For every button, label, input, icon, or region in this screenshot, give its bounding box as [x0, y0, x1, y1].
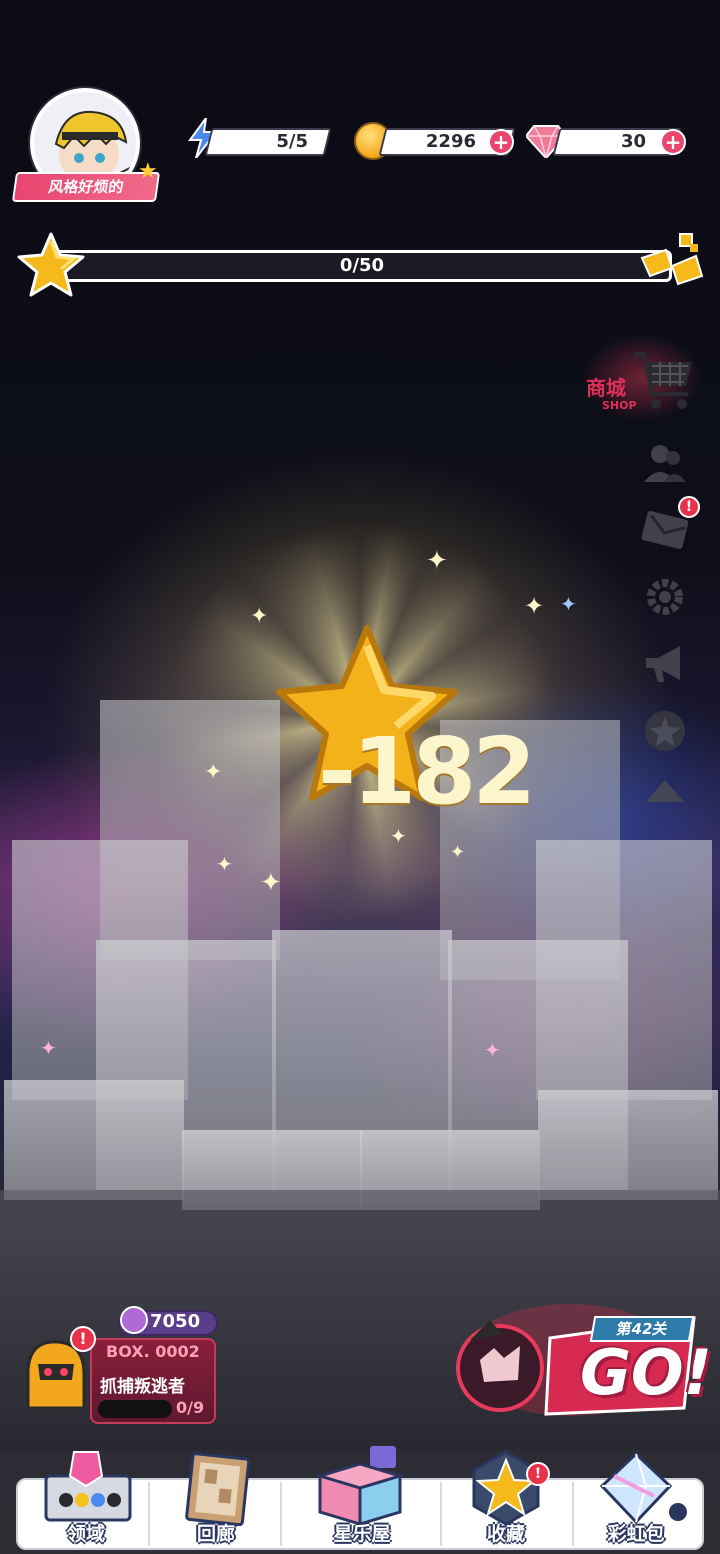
sparkle-icon: ✦ [250, 604, 269, 629]
sparkle-icon: ✦ [450, 842, 466, 863]
shop-label: 商城 [586, 376, 626, 400]
box-progress-bar [98, 1400, 172, 1418]
box-code: BOX. 0002 [106, 1342, 200, 1361]
star-badge-icon [472, 1450, 540, 1526]
cart-icon [634, 352, 692, 409]
collection-badge: ! [526, 1462, 550, 1486]
shop-sub-label: SHOP [602, 399, 637, 412]
star-progress-text: 0/50 [339, 255, 385, 276]
block [538, 1090, 718, 1200]
gem-value: 30 [620, 131, 646, 152]
prism-icon [599, 1451, 687, 1525]
sparkle-icon: ✦ [560, 592, 577, 616]
progress-star-icon [17, 232, 85, 297]
nav-item-territory[interactable]: 领域 [24, 1446, 148, 1550]
nav-item-star-house[interactable]: 星乐屋 [300, 1446, 424, 1550]
announcement-megaphone-icon[interactable] [640, 638, 690, 688]
sparkle-icon: ✦ [40, 1036, 57, 1060]
sparkle-icon: ✦ [484, 1038, 501, 1062]
box-mission-title: 抓捕叛逃者 [100, 1377, 185, 1397]
sparkle-icon: ✦ [524, 592, 545, 620]
sparkle-icon: ✦ [204, 760, 223, 785]
block [4, 1080, 184, 1200]
box-progress-count: 0/9 [176, 1398, 205, 1417]
nav-item-gallery[interactable]: 回廊 [154, 1446, 278, 1550]
box-score-icon [120, 1306, 148, 1334]
box-score-value: 7050 [150, 1311, 201, 1332]
sparkle-icon: ✦ [260, 868, 282, 898]
nav-divider [280, 1482, 282, 1546]
cube-box-icon [314, 1446, 406, 1527]
friends-icon[interactable] [640, 438, 690, 488]
plus-icon: + [492, 130, 510, 154]
frame-icon [185, 1452, 251, 1527]
energy-value: 5/5 [276, 131, 308, 152]
nav-label: 收藏 [486, 1523, 525, 1545]
settings-gear-icon[interactable] [640, 572, 690, 622]
coin-value: 2296 [425, 131, 476, 152]
sparkle-icon: ✦ [216, 852, 233, 876]
nav-label: 回廊 [196, 1523, 235, 1545]
plus-icon: + [664, 130, 682, 154]
sparkle-icon: ✦ [426, 546, 448, 576]
player-name-label: 风格好烦的 [47, 178, 125, 196]
nav-label: 领域 [66, 1523, 105, 1545]
favorites-star-icon[interactable] [640, 706, 690, 756]
nav-item-rainbow-pack[interactable]: 彩虹包 [574, 1446, 698, 1550]
level-star-icon: ★ [138, 159, 158, 184]
nav-divider [148, 1482, 150, 1546]
progress-reward-icon[interactable] [636, 232, 706, 294]
nav-item-collection[interactable]: 收藏 [444, 1446, 568, 1550]
collapse-arrow-icon[interactable] [640, 772, 690, 822]
add-gems-button[interactable]: + [660, 129, 686, 155]
nav-divider [440, 1482, 442, 1546]
mail-badge: ! [678, 496, 700, 518]
box-badge: ! [70, 1326, 96, 1352]
nav-label: 星乐屋 [333, 1523, 391, 1545]
reward-value: -182 [318, 718, 536, 825]
add-coins-button[interactable]: + [488, 129, 514, 155]
nav-label: 彩虹包 [607, 1523, 665, 1545]
banner-icon [44, 1451, 132, 1522]
go-label: GO! [580, 1336, 712, 1409]
sparkle-icon: ✦ [390, 824, 407, 848]
